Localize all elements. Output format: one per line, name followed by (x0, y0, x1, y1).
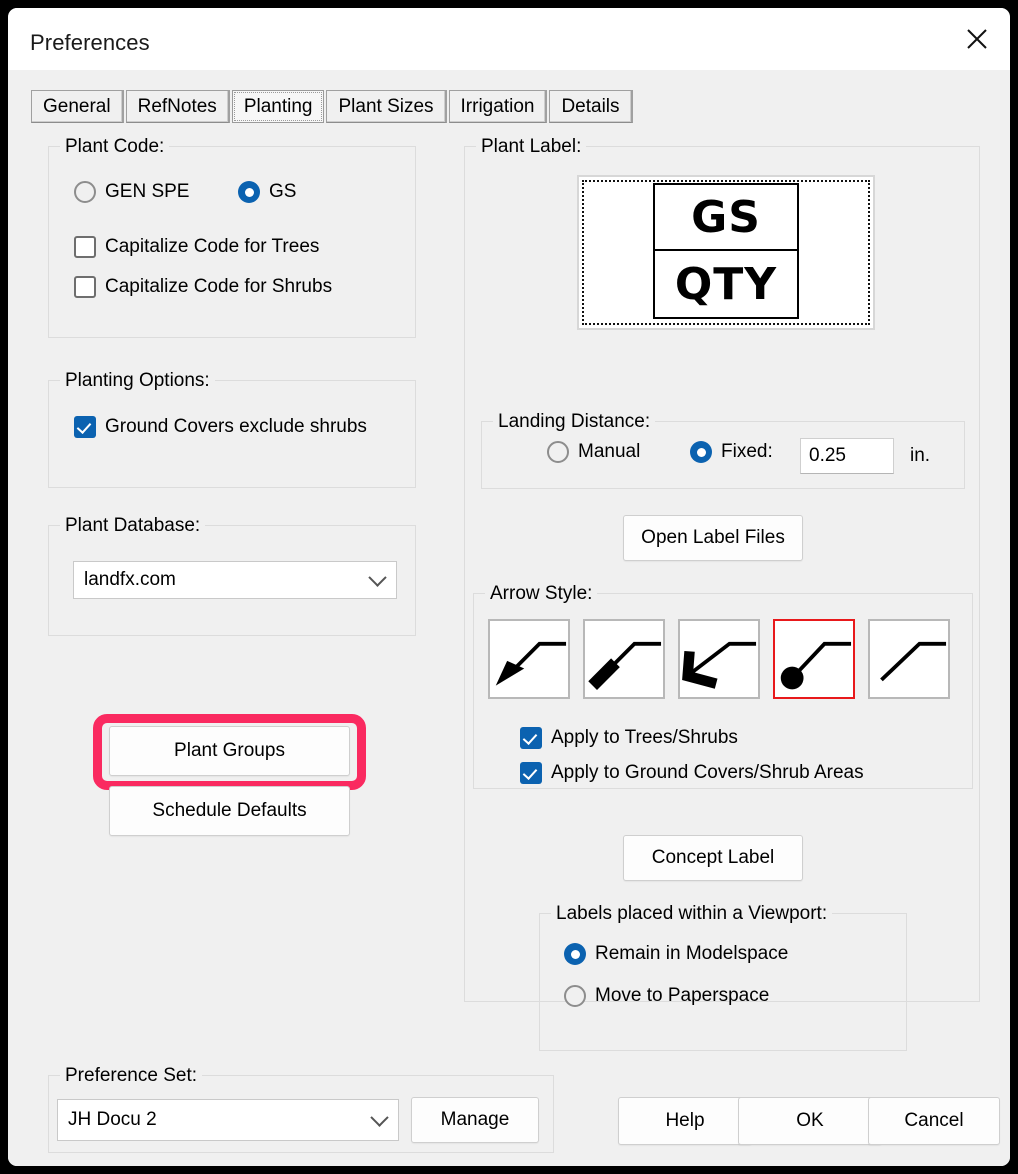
checkbox-capitalize-shrubs-label: Capitalize Code for Shrubs (105, 276, 333, 297)
radio-remain-modelspace-indicator[interactable] (564, 943, 586, 965)
radio-fixed-label: Fixed: (721, 441, 773, 462)
radio-move-paperspace-indicator[interactable] (564, 985, 586, 1007)
radio-gen-spe-label: GEN SPE (105, 181, 190, 202)
checkbox-apply-ground-covers[interactable]: Apply to Ground Covers/Shrub Areas (520, 762, 864, 784)
close-icon[interactable] (956, 20, 998, 58)
chevron-down-icon (368, 568, 387, 587)
checkbox-apply-trees-shrubs[interactable]: Apply to Trees/Shrubs (520, 727, 738, 749)
checkbox-ground-covers-indicator[interactable] (74, 416, 96, 438)
tab-details[interactable]: Details (549, 90, 633, 123)
tab-refnotes[interactable]: RefNotes (125, 90, 230, 123)
radio-fixed[interactable]: Fixed: (690, 441, 773, 463)
tab-general[interactable]: General (31, 90, 124, 123)
preferences-dialog: Preferences General RefNotes Planting Pl… (8, 8, 1010, 1166)
radio-gen-spe-indicator[interactable] (74, 181, 96, 203)
plant-groups-button[interactable]: Plant Groups (109, 726, 350, 776)
checkbox-capitalize-shrubs-indicator[interactable] (74, 276, 96, 298)
plant-database-select[interactable]: landfx.com (73, 561, 397, 599)
checkbox-capitalize-trees-label: Capitalize Code for Trees (105, 236, 320, 257)
arrow-style-legend: Arrow Style: (485, 583, 598, 605)
help-button[interactable]: Help (618, 1097, 752, 1145)
arrow-option-dot-terminator[interactable] (773, 619, 855, 699)
plant-label-group: Plant Label: GS QTY Landing Distance: Ma… (464, 136, 980, 1051)
plant-label-legend: Plant Label: (476, 136, 587, 158)
viewport-group: Labels placed within a Viewport: Remain … (539, 903, 907, 1051)
checkbox-capitalize-trees[interactable]: Capitalize Code for Trees (74, 236, 319, 258)
radio-gs[interactable]: GS (238, 181, 296, 203)
radio-gen-spe[interactable]: GEN SPE (74, 181, 189, 203)
checkbox-apply-ground-covers-label: Apply to Ground Covers/Shrub Areas (551, 762, 864, 783)
checkbox-apply-trees-shrubs-indicator[interactable] (520, 727, 542, 749)
ok-button[interactable]: OK (738, 1097, 882, 1145)
plant-database-value: landfx.com (84, 569, 176, 590)
landing-distance-units: in. (910, 445, 931, 466)
preview-label-box: GS QTY (653, 183, 799, 319)
radio-move-paperspace[interactable]: Move to Paperspace (564, 985, 769, 1007)
window-title: Preferences (30, 30, 150, 55)
radio-gs-indicator[interactable] (238, 181, 260, 203)
preference-set-legend: Preference Set: (60, 1065, 203, 1087)
viewport-legend: Labels placed within a Viewport: (551, 903, 833, 925)
arrow-option-thick-tick[interactable] (583, 619, 665, 699)
plant-database-group: Plant Database: landfx.com (48, 515, 416, 636)
plant-code-group: Plant Code: GEN SPE GS Capitalize Code f… (48, 136, 416, 338)
title-bar: Preferences (8, 8, 1010, 70)
dialog-body: General RefNotes Planting Plant Sizes Ir… (8, 70, 1010, 1166)
arrow-style-options (488, 619, 950, 699)
cancel-button[interactable]: Cancel (868, 1097, 1000, 1145)
radio-remain-modelspace[interactable]: Remain in Modelspace (564, 943, 788, 965)
plant-label-preview: GS QTY (577, 175, 875, 330)
concept-label-button[interactable]: Concept Label (623, 835, 803, 881)
tab-strip: General RefNotes Planting Plant Sizes Ir… (31, 90, 635, 123)
checkbox-apply-ground-covers-indicator[interactable] (520, 762, 542, 784)
radio-move-paperspace-label: Move to Paperspace (595, 985, 770, 1006)
arrow-option-bent-open-arrow[interactable] (678, 619, 760, 699)
schedule-defaults-button[interactable]: Schedule Defaults (109, 786, 350, 836)
radio-remain-modelspace-label: Remain in Modelspace (595, 943, 789, 964)
preference-set-select[interactable]: JH Docu 2 (57, 1099, 399, 1141)
arrow-option-plain-line[interactable] (868, 619, 950, 699)
preview-qty-cell: QTY (674, 258, 778, 310)
checkbox-ground-covers-exclude-shrubs[interactable]: Ground Covers exclude shrubs (74, 416, 367, 438)
tab-irrigation[interactable]: Irrigation (448, 90, 548, 123)
radio-fixed-indicator[interactable] (690, 441, 712, 463)
radio-gs-label: GS (269, 181, 297, 202)
planting-options-group: Planting Options: Ground Covers exclude … (48, 370, 416, 488)
preference-set-group: Preference Set: JH Docu 2 Manage (48, 1065, 554, 1153)
chevron-down-icon (370, 1108, 389, 1127)
checkbox-capitalize-trees-indicator[interactable] (74, 236, 96, 258)
landing-distance-legend: Landing Distance: (493, 411, 656, 433)
plant-database-legend: Plant Database: (60, 515, 206, 537)
plant-code-legend: Plant Code: (60, 136, 170, 158)
arrow-option-solid-arrowhead[interactable] (488, 619, 570, 699)
tab-plant-sizes[interactable]: Plant Sizes (326, 90, 447, 123)
landing-distance-group: Landing Distance: Manual Fixed: 0.25 in. (481, 411, 965, 489)
preference-set-value: JH Docu 2 (68, 1109, 157, 1130)
radio-manual[interactable]: Manual (547, 441, 640, 463)
planting-options-legend: Planting Options: (60, 370, 215, 392)
landing-distance-input[interactable]: 0.25 (800, 438, 894, 474)
checkbox-apply-trees-shrubs-label: Apply to Trees/Shrubs (551, 727, 738, 748)
checkbox-ground-covers-label: Ground Covers exclude shrubs (105, 416, 367, 437)
manage-button[interactable]: Manage (411, 1097, 539, 1143)
arrow-style-group: Arrow Style: Apply to Trees/Shrubs Apply… (473, 583, 973, 789)
checkbox-capitalize-shrubs[interactable]: Capitalize Code for Shrubs (74, 276, 332, 298)
open-label-files-button[interactable]: Open Label Files (623, 515, 803, 561)
radio-manual-indicator[interactable] (547, 441, 569, 463)
tab-planting[interactable]: Planting (231, 90, 325, 123)
preview-code-cell: GS (655, 185, 797, 251)
radio-manual-label: Manual (578, 441, 641, 462)
